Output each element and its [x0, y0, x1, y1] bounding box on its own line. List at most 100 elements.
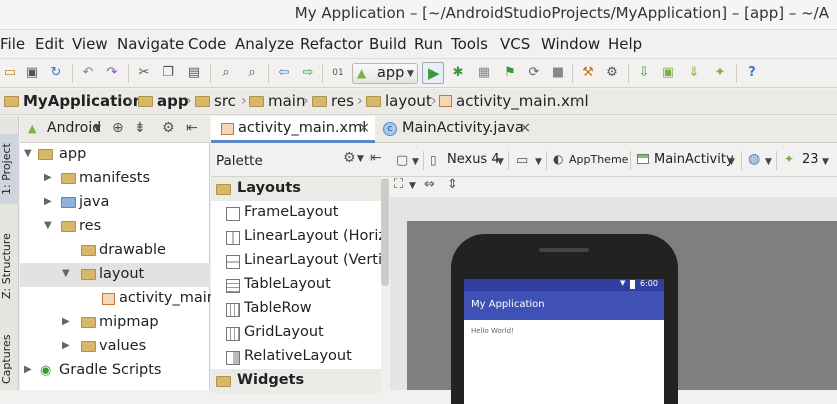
palette-item-framelayout[interactable]: FrameLayout — [211, 201, 381, 225]
device-selector[interactable]: Nexus 4 — [447, 152, 500, 167]
tree-item-gradle-scripts[interactable]: ▶ ◉ Gradle Scripts — [20, 359, 210, 383]
gear-icon[interactable]: ⚙ — [162, 120, 175, 136]
tree-item-res[interactable]: ▼ res — [20, 215, 210, 239]
menu-code[interactable]: Code — [188, 35, 226, 53]
chevron-down-icon[interactable]: ▼ — [728, 157, 735, 167]
expanded-arrow-icon[interactable]: ▼ — [44, 220, 52, 231]
undo-icon[interactable]: ↶ — [80, 65, 96, 81]
menu-edit[interactable]: Edit — [35, 35, 64, 53]
collapsed-arrow-icon[interactable]: ▶ — [44, 196, 52, 207]
collapsed-arrow-icon[interactable]: ▶ — [44, 172, 52, 183]
tree-item-java[interactable]: ▶ java — [20, 191, 210, 215]
cut-icon[interactable]: ✂ — [136, 65, 152, 81]
open-folder-icon[interactable]: ▭ — [2, 65, 18, 81]
close-icon[interactable]: × — [519, 120, 531, 136]
design-canvas[interactable]: ▼ 6:00 My Application Hello World! — [390, 197, 837, 404]
menu-run[interactable]: Run — [414, 35, 443, 53]
menu-refactor[interactable]: Refactor — [300, 35, 363, 53]
make-project-icon[interactable]: 01 — [330, 65, 346, 81]
settings-icon[interactable]: ⚙ — [604, 65, 620, 81]
menu-tools[interactable]: Tools — [451, 35, 488, 53]
menu-analyze[interactable]: Analyze — [235, 35, 294, 53]
palette-item-gridlayout[interactable]: GridLayout — [211, 321, 381, 345]
close-icon[interactable]: × — [358, 120, 370, 136]
tree-item-mipmap[interactable]: ▶ mipmap — [20, 311, 210, 335]
gradle-sync-icon[interactable]: ⇩ — [636, 65, 652, 81]
menu-view[interactable]: View — [72, 35, 108, 53]
chevron-down-icon[interactable]: ▼ — [535, 157, 542, 167]
tab-structure-tool[interactable]: Z: Structure — [0, 226, 19, 306]
expand-vertical-icon[interactable]: ⇕ — [447, 177, 458, 192]
chevron-down-icon[interactable]: ▼ — [357, 154, 364, 164]
rerun-icon[interactable]: ⟳ — [526, 65, 542, 81]
expanded-arrow-icon[interactable]: ▼ — [62, 268, 70, 279]
menu-vcs[interactable]: VCS — [500, 35, 530, 53]
orientation-icon[interactable]: ▭ — [516, 153, 528, 168]
find-icon[interactable]: ⌕ — [218, 65, 234, 81]
breadcrumb-main[interactable]: main — [249, 92, 305, 110]
copy-icon[interactable]: ❐ — [160, 65, 176, 81]
back-arrow-icon[interactable]: ⇦ — [276, 65, 292, 81]
chevron-down-icon[interactable]: ▼ — [765, 157, 772, 167]
menu-window[interactable]: Window — [541, 35, 600, 53]
gear-icon[interactable]: ⚙ — [343, 150, 356, 166]
hello-world-textview[interactable]: Hello World! — [471, 327, 514, 335]
menu-help[interactable]: Help — [608, 35, 642, 53]
hide-panel-icon[interactable]: ⇤ — [186, 120, 198, 136]
coverage-icon[interactable]: ▦ — [476, 65, 492, 81]
breadcrumb-layout[interactable]: layout — [366, 92, 432, 110]
breadcrumb-app[interactable]: app — [138, 92, 189, 110]
activity-selector[interactable]: MainActivity — [654, 152, 734, 167]
tree-item-manifests[interactable]: ▶ manifests — [20, 167, 210, 191]
menu-file[interactable]: File — [0, 35, 25, 53]
chevron-down-icon[interactable]: ▼ — [94, 124, 101, 134]
expand-horizontal-icon[interactable]: ⇔ — [424, 177, 435, 192]
tab-project-tool[interactable]: 1: Project — [0, 134, 19, 204]
device-screen[interactable]: ▼ 6:00 My Application Hello World! — [464, 279, 664, 404]
breadcrumb-file[interactable]: activity_main.xml — [439, 92, 589, 110]
api-level-selector[interactable]: 23 — [802, 152, 819, 167]
run-button[interactable]: ▶ — [422, 62, 444, 84]
locale-globe-icon[interactable]: ◍ — [748, 151, 760, 167]
chevron-down-icon[interactable]: ▼ — [822, 157, 829, 167]
palette-item-tablelayout[interactable]: TableLayout — [211, 273, 381, 297]
android-monitor-icon[interactable]: ✦ — [712, 65, 728, 81]
attach-debugger-icon[interactable]: ⚑ — [502, 65, 518, 81]
breadcrumb-project[interactable]: MyApplication — [4, 92, 143, 110]
collapsed-arrow-icon[interactable]: ▶ — [62, 316, 70, 327]
replace-icon[interactable]: ⌕ — [244, 65, 260, 81]
collapsed-arrow-icon[interactable]: ▶ — [62, 340, 70, 351]
expanded-arrow-icon[interactable]: ▼ — [24, 148, 32, 159]
zoom-to-fit-icon[interactable]: ⛶ — [394, 177, 403, 192]
palette-item-linearlayout-vertical[interactable]: LinearLayout (Vertic — [211, 249, 381, 273]
chevron-down-icon[interactable]: ▼ — [412, 157, 419, 167]
collapsed-arrow-icon[interactable]: ▶ — [24, 364, 32, 375]
save-icon[interactable]: ▣ — [24, 65, 40, 81]
palette-item-relativelayout[interactable]: RelativeLayout — [211, 345, 381, 369]
breadcrumb-res[interactable]: res — [312, 92, 354, 110]
tab-activity-main-xml[interactable]: activity_main.xml × — [211, 116, 375, 143]
project-structure-icon[interactable]: ⚒ — [580, 65, 596, 81]
help-icon[interactable]: ? — [744, 65, 760, 81]
chevron-down-icon[interactable]: ▼ — [409, 181, 416, 191]
sdk-manager-icon[interactable]: ⇓ — [686, 65, 702, 81]
theme-selector[interactable]: AppTheme — [569, 153, 628, 166]
scroll-from-source-icon[interactable]: ⊕ — [112, 120, 124, 136]
forward-arrow-icon[interactable]: ⇨ — [300, 65, 316, 81]
tree-item-drawable[interactable]: drawable — [20, 239, 210, 263]
design-mode-icon[interactable]: ▢ — [396, 153, 408, 168]
palette-group-widgets[interactable]: Widgets — [211, 369, 381, 393]
run-config-dropdown[interactable]: ▲ app ▼ — [352, 63, 418, 84]
tree-item-app[interactable]: ▼ app — [20, 143, 210, 167]
menu-navigate[interactable]: Navigate — [117, 35, 184, 53]
palette-group-layouts[interactable]: Layouts — [211, 177, 381, 201]
menu-build[interactable]: Build — [369, 35, 407, 53]
tab-captures-tool[interactable]: Captures — [0, 328, 19, 390]
collapse-all-icon[interactable]: ⇟ — [134, 120, 146, 136]
palette-item-linearlayout-horizontal[interactable]: LinearLayout (Horiz — [211, 225, 381, 249]
debug-icon[interactable]: ✱ — [450, 65, 466, 81]
redo-icon[interactable]: ↷ — [104, 65, 120, 81]
paste-icon[interactable]: ▤ — [186, 65, 202, 81]
avd-manager-icon[interactable]: ▣ — [660, 65, 676, 81]
tab-mainactivity-java[interactable]: c MainActivity.java × — [377, 116, 535, 143]
